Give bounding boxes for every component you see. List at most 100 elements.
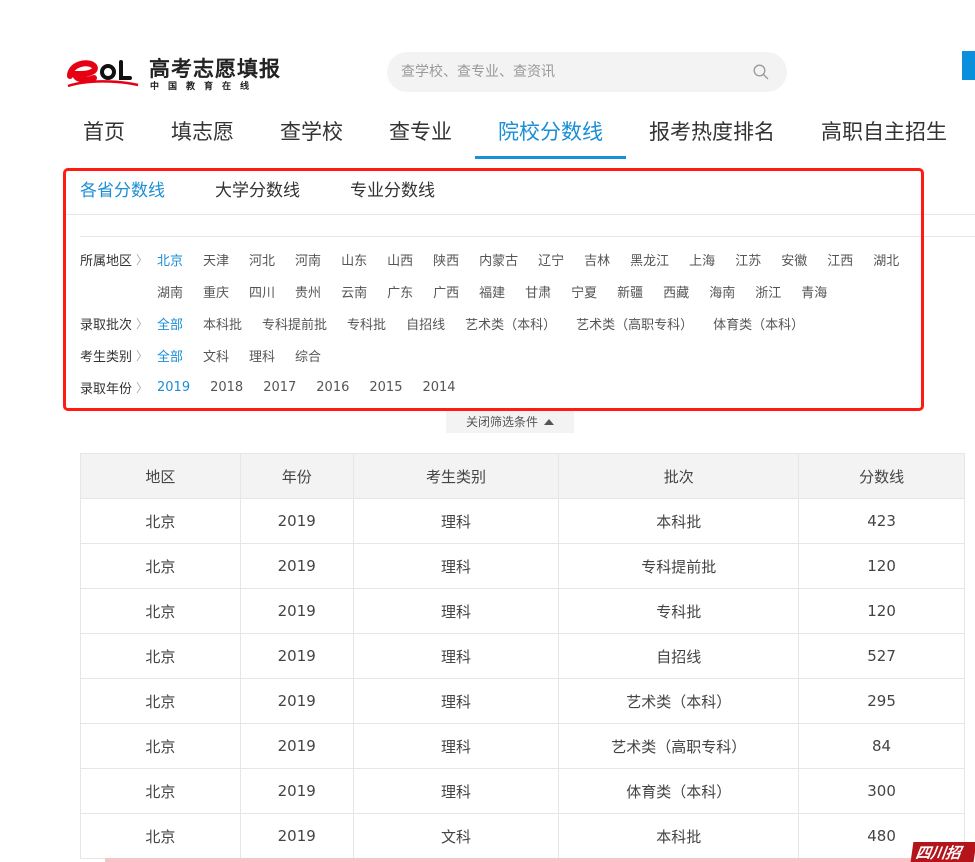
region-option[interactable]: 陕西 [433, 250, 459, 269]
chevron-right-icon: 〉 [136, 253, 149, 267]
region-option[interactable]: 甘肃 [525, 282, 551, 301]
cell-score: 120 [798, 588, 965, 634]
filter-region-row2: 湖南 重庆 四川 贵州 云南 广东 广西 福建 甘肃 宁夏 新疆 西藏 海南 浙江 青海 [80, 282, 847, 301]
year-options: 2019 2018 2017 2016 2015 2014 [157, 380, 476, 395]
table-body: 北京 2019 理科 本科批 423 北京 2019 理科 专科提前批 120 北京 2019 理科 专科… [80, 498, 965, 859]
category-option[interactable]: 全部 [157, 346, 183, 365]
category-options: 全部 文科 理科 综合 [157, 346, 341, 365]
nav-item-fill-application[interactable]: 填志愿 [148, 108, 257, 158]
region-option[interactable]: 内蒙古 [479, 250, 518, 269]
cell-score: 300 [798, 768, 965, 814]
region-option[interactable]: 广西 [433, 282, 459, 301]
cell-batch: 体育类（本科） [558, 768, 800, 814]
close-filter-button[interactable]: 关闭筛选条件 [446, 411, 574, 433]
category-option[interactable]: 理科 [249, 346, 275, 365]
region-option[interactable]: 黑龙江 [630, 250, 669, 269]
search-icon[interactable] [753, 64, 769, 80]
year-option[interactable]: 2018 [210, 380, 243, 395]
region-option[interactable]: 海南 [709, 282, 735, 301]
chevron-right-icon: 〉 [136, 381, 149, 395]
tab-province-scores[interactable]: 各省分数线 [64, 168, 181, 214]
region-option[interactable]: 辽宁 [538, 250, 564, 269]
filter-category-label-wrap: 考生类别 〉 [80, 346, 157, 365]
filter-batch-label-wrap: 录取批次 〉 [80, 314, 157, 333]
side-float-tab[interactable] [962, 51, 975, 80]
filter-region-label-wrap: 所属地区 〉 [80, 250, 157, 269]
region-option[interactable]: 江西 [827, 250, 853, 269]
cell-region: 北京 [80, 723, 241, 769]
region-option[interactable]: 上海 [689, 250, 715, 269]
region-option[interactable]: 新疆 [617, 282, 643, 301]
batch-option[interactable]: 专科批 [347, 314, 386, 333]
region-option[interactable]: 山西 [387, 250, 413, 269]
region-option[interactable]: 江苏 [735, 250, 761, 269]
region-option[interactable]: 吉林 [584, 250, 610, 269]
batch-option[interactable]: 全部 [157, 314, 183, 333]
cell-score: 423 [798, 498, 965, 544]
nav-item-vocational-enrollment[interactable]: 高职自主招生 [798, 108, 970, 158]
table-row: 北京 2019 理科 艺术类（本科） 295 [80, 678, 965, 724]
cell-year: 2019 [239, 678, 354, 724]
col-header-score: 分数线 [798, 453, 965, 499]
cell-region: 北京 [80, 768, 241, 814]
batch-option[interactable]: 专科提前批 [262, 314, 327, 333]
region-option[interactable]: 河南 [295, 250, 321, 269]
site-logo[interactable]: 高考志愿填报 中国教育在线 [66, 50, 286, 96]
batch-option[interactable]: 体育类（本科） [713, 314, 804, 333]
search-box [387, 52, 787, 92]
region-option[interactable]: 湖北 [873, 250, 899, 269]
region-option[interactable]: 广东 [387, 282, 413, 301]
region-option[interactable]: 北京 [157, 250, 183, 269]
year-option[interactable]: 2019 [157, 380, 190, 395]
region-option[interactable]: 西藏 [663, 282, 689, 301]
cell-score: 295 [798, 678, 965, 724]
region-option[interactable]: 贵州 [295, 282, 321, 301]
cell-category: 理科 [352, 723, 560, 769]
batch-option[interactable]: 艺术类（高职专科） [576, 314, 693, 333]
tab-major-scores[interactable]: 专业分数线 [334, 168, 451, 214]
batch-option[interactable]: 自招线 [406, 314, 445, 333]
cell-batch: 艺术类（高职专科） [558, 723, 800, 769]
category-option[interactable]: 综合 [295, 346, 321, 365]
year-option[interactable]: 2017 [263, 380, 296, 395]
nav-item-school-scores[interactable]: 院校分数线 [475, 108, 626, 159]
region-option[interactable]: 山东 [341, 250, 367, 269]
cell-batch: 专科提前批 [558, 543, 800, 589]
nav-item-search-major[interactable]: 查专业 [366, 108, 475, 158]
cell-batch: 专科批 [558, 588, 800, 634]
region-option[interactable]: 浙江 [755, 282, 781, 301]
region-option[interactable]: 青海 [801, 282, 827, 301]
region-option[interactable]: 重庆 [203, 282, 229, 301]
region-option[interactable]: 四川 [249, 282, 275, 301]
tab-university-scores[interactable]: 大学分数线 [199, 168, 316, 214]
cell-batch: 自招线 [558, 633, 800, 679]
overlay-strip [105, 858, 915, 862]
table-header-row: 地区 年份 考生类别 批次 分数线 [80, 453, 965, 499]
chevron-right-icon: 〉 [136, 349, 149, 363]
batch-option[interactable]: 艺术类（本科） [465, 314, 556, 333]
region-option[interactable]: 云南 [341, 282, 367, 301]
year-option[interactable]: 2016 [316, 380, 349, 395]
nav-item-home[interactable]: 首页 [60, 108, 148, 158]
table-row: 北京 2019 理科 专科提前批 120 [80, 543, 965, 589]
score-table: 地区 年份 考生类别 批次 分数线 北京 2019 理科 本科批 423 北京 2019 理科… [80, 453, 965, 859]
batch-options: 全部 本科批 专科提前批 专科批 自招线 艺术类（本科） 艺术类（高职专科） 体育类（本科） [157, 314, 824, 333]
cell-category: 理科 [352, 588, 560, 634]
search-input[interactable] [401, 52, 741, 92]
table-row: 北京 2019 文科 本科批 480 [80, 813, 965, 859]
region-option[interactable]: 福建 [479, 282, 505, 301]
region-option[interactable]: 河北 [249, 250, 275, 269]
nav-item-popularity-ranking[interactable]: 报考热度排名 [626, 108, 798, 158]
category-option[interactable]: 文科 [203, 346, 229, 365]
year-option[interactable]: 2015 [369, 380, 402, 395]
batch-option[interactable]: 本科批 [203, 314, 242, 333]
nav-item-search-school[interactable]: 查学校 [257, 108, 366, 158]
col-header-region: 地区 [80, 453, 241, 499]
table-row: 北京 2019 理科 艺术类（高职专科） 84 [80, 723, 965, 769]
region-option[interactable]: 湖南 [157, 282, 183, 301]
region-option[interactable]: 天津 [203, 250, 229, 269]
region-option[interactable]: 宁夏 [571, 282, 597, 301]
table-row: 北京 2019 理科 体育类（本科） 300 [80, 768, 965, 814]
year-option[interactable]: 2014 [422, 380, 455, 395]
region-option[interactable]: 安徽 [781, 250, 807, 269]
